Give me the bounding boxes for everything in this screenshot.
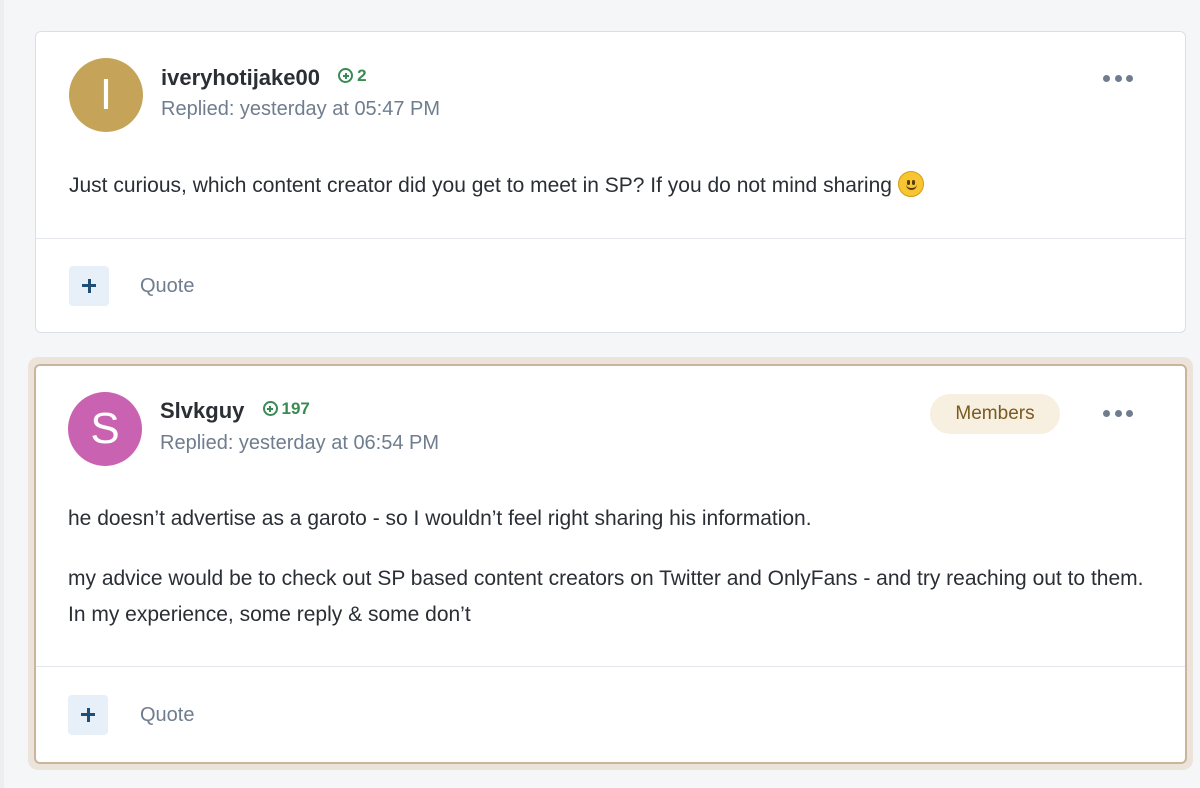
post-content: Just curious, which content creator did … [69, 168, 1145, 204]
avatar[interactable]: S [68, 392, 142, 466]
post-paragraph: he doesn’t advertise as a garoto - so I … [68, 507, 812, 530]
more-options-button[interactable] [1103, 72, 1133, 84]
slightly-smiling-face-icon [897, 171, 924, 197]
author-block: iveryhotijake00 2 [161, 65, 367, 91]
more-options-button[interactable] [1103, 407, 1133, 419]
more-dot [1114, 74, 1122, 82]
post-divider [36, 238, 1185, 239]
reputation-plus-icon [338, 68, 354, 83]
reputation-badge[interactable]: 197 [262, 398, 310, 419]
author-block: Slvkguy 197 [160, 398, 310, 424]
multiquote-plus-button[interactable] [68, 695, 108, 735]
reputation-plus-icon [262, 401, 278, 416]
quote-button[interactable]: Quote [140, 704, 194, 727]
reputation-count: 197 [281, 398, 310, 418]
username-link[interactable]: iveryhotijake00 [161, 65, 320, 90]
post-timestamp[interactable]: Replied: yesterday at 05:47 PM [161, 98, 440, 121]
username-link[interactable]: Slvkguy [160, 398, 244, 423]
avatar[interactable]: I [69, 58, 143, 132]
quote-button[interactable]: Quote [140, 275, 194, 298]
more-dot [1114, 409, 1122, 417]
post-divider [36, 666, 1185, 667]
more-dot [1126, 74, 1133, 82]
page-left-rule [0, 0, 4, 788]
post-paragraph: my advice would be to check out SP based… [68, 567, 1144, 626]
post-timestamp[interactable]: Replied: yesterday at 06:54 PM [160, 432, 439, 455]
multiquote-plus-button[interactable] [69, 266, 109, 306]
post-paragraph: Just curious, which content creator did … [69, 168, 1145, 204]
more-dot [1103, 74, 1110, 82]
member-group-badge: Members [930, 394, 1060, 434]
forum-post-highlighted: S Slvkguy 197 Replied: yesterday at 06:5… [34, 364, 1187, 764]
post-content: he doesn’t advertise as a garoto - so I … [68, 501, 1145, 633]
forum-post: I iveryhotijake00 2 Replied: yesterday a… [35, 31, 1186, 333]
reputation-count: 2 [357, 65, 367, 85]
more-dot [1126, 409, 1133, 417]
reputation-badge[interactable]: 2 [338, 65, 367, 86]
more-dot [1103, 409, 1110, 417]
